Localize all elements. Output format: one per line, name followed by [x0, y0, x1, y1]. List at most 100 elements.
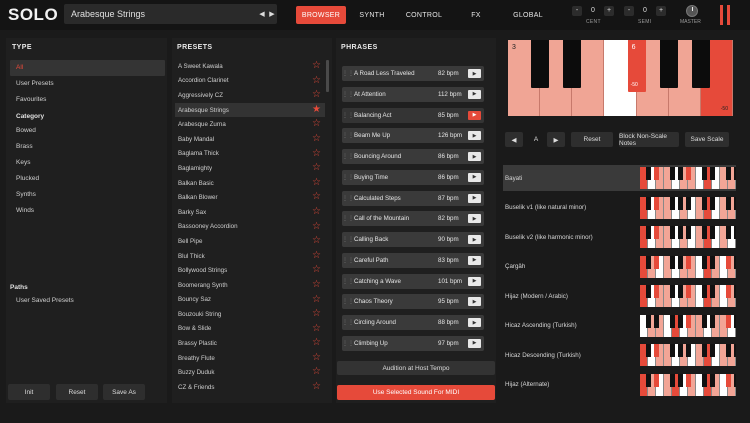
play-icon[interactable]: ▶: [468, 89, 481, 99]
preset-item[interactable]: Balkan Basic ☆: [175, 176, 325, 191]
star-icon[interactable]: ☆: [312, 381, 321, 393]
preset-item[interactable]: Baglamighty ☆: [175, 161, 325, 176]
phrase-item[interactable]: ⋮⋮ Calling Back 90 bpm ▶: [342, 232, 484, 247]
type-item-all[interactable]: All: [10, 60, 165, 76]
preset-item[interactable]: CZ & Friends ☆: [175, 380, 325, 395]
star-icon[interactable]: ☆: [312, 148, 321, 160]
init-button[interactable]: Init: [8, 384, 50, 400]
preset-item[interactable]: A Sweet Kawala ☆: [175, 59, 325, 74]
play-icon[interactable]: ▶: [468, 214, 481, 224]
play-icon[interactable]: ▶: [468, 110, 481, 120]
tab-global[interactable]: GLOBAL: [508, 6, 548, 24]
preset-item[interactable]: Bouncy Saz ☆: [175, 293, 325, 308]
reset-button[interactable]: Reset: [56, 384, 98, 400]
star-icon[interactable]: ☆: [312, 133, 321, 145]
tab-fx[interactable]: FX: [462, 6, 490, 24]
preset-item[interactable]: Bouzouki String ☆: [175, 307, 325, 322]
phrase-item[interactable]: ⋮⋮ Circling Around 88 bpm ▶: [342, 315, 484, 330]
star-icon[interactable]: ☆: [312, 206, 321, 218]
drag-handle-icon[interactable]: ⋮⋮: [342, 153, 354, 160]
preset-item[interactable]: Blul Thick ☆: [175, 249, 325, 264]
scale-item[interactable]: Çargâh: [503, 254, 736, 280]
tab-synth[interactable]: SYNTH: [352, 6, 392, 24]
save-as-button[interactable]: Save As: [103, 384, 145, 400]
black-key[interactable]: [563, 40, 582, 88]
preset-item[interactable]: Baby Mandal ☆: [175, 132, 325, 147]
drag-handle-icon[interactable]: ⋮⋮: [342, 70, 354, 77]
play-icon[interactable]: ▶: [468, 255, 481, 265]
semi-value[interactable]: 0: [636, 7, 654, 14]
phrase-item[interactable]: ⋮⋮ Chaos Theory 95 bpm ▶: [342, 294, 484, 310]
drag-handle-icon[interactable]: ⋮⋮: [342, 278, 354, 285]
phrase-item[interactable]: ⋮⋮ Bouncing Around 86 bpm ▶: [342, 149, 484, 164]
star-icon[interactable]: ☆: [312, 323, 321, 335]
star-icon[interactable]: ★: [312, 104, 321, 116]
play-icon[interactable]: ▶: [468, 338, 481, 348]
phrase-item[interactable]: ⋮⋮ Climbing Up 97 bpm ▶: [342, 335, 484, 351]
star-icon[interactable]: ☆: [312, 162, 321, 174]
use-sound-for-midi-button[interactable]: Use Selected Sound For MIDI: [337, 385, 495, 400]
preset-item[interactable]: Arabesque Zurna ☆: [175, 117, 325, 132]
preset-item[interactable]: Aggressively CZ ☆: [175, 88, 325, 103]
star-icon[interactable]: ☆: [312, 337, 321, 349]
play-icon[interactable]: ▶: [468, 235, 481, 244]
preset-scrollbar[interactable]: [326, 60, 329, 92]
phrase-item[interactable]: ⋮⋮ Balancing Act 85 bpm ▶: [342, 107, 484, 123]
phrase-item[interactable]: ⋮⋮ A Road Less Traveled 82 bpm ▶: [342, 66, 484, 81]
preset-selector[interactable]: Arabesque Strings ◀ ▶: [64, 4, 277, 24]
triangle-right-icon[interactable]: ▶: [547, 132, 565, 147]
phrase-item[interactable]: ⋮⋮ At Attention 112 bpm ▶: [342, 86, 484, 102]
scale-item[interactable]: Hijaz (Modern / Arabic): [503, 283, 736, 309]
category-item-bowed[interactable]: Bowed: [10, 123, 165, 139]
cent-value[interactable]: 0: [584, 7, 602, 14]
star-icon[interactable]: ☆: [312, 366, 321, 378]
black-key[interactable]: [691, 40, 710, 88]
drag-handle-icon[interactable]: ⋮⋮: [342, 298, 354, 305]
scale-item[interactable]: Buselik v2 (like harmonic minor): [503, 224, 736, 250]
semi-minus-button[interactable]: -: [624, 5, 634, 16]
current-preset-name[interactable]: Arabesque Strings: [64, 9, 257, 19]
star-icon[interactable]: ☆: [312, 75, 321, 87]
preset-item[interactable]: Bassooney Accordion ☆: [175, 220, 325, 235]
phrase-item[interactable]: ⋮⋮ Careful Path 83 bpm ▶: [342, 252, 484, 268]
drag-handle-icon[interactable]: ⋮⋮: [342, 112, 354, 119]
play-icon[interactable]: ▶: [468, 69, 481, 78]
scale-item[interactable]: Hicaz Descending (Turkish): [503, 342, 736, 368]
preset-item[interactable]: Bell Pipe ☆: [175, 234, 325, 249]
preset-item[interactable]: Barky Sax ☆: [175, 205, 325, 220]
type-item-favourites[interactable]: Favourites: [10, 92, 165, 108]
preset-item[interactable]: Buzzy Duduk ☆: [175, 365, 325, 380]
star-icon[interactable]: ☆: [312, 279, 321, 291]
tab-browser[interactable]: BROWSER: [296, 6, 346, 24]
category-item-plucked[interactable]: Plucked: [10, 171, 165, 187]
triangle-left-icon[interactable]: ◀: [505, 132, 523, 147]
drag-handle-icon[interactable]: ⋮⋮: [342, 319, 354, 326]
cent-minus-button[interactable]: -: [572, 5, 582, 16]
semi-plus-button[interactable]: +: [656, 5, 666, 16]
star-icon[interactable]: ☆: [312, 294, 321, 306]
category-item-brass[interactable]: Brass: [10, 139, 165, 155]
cent-plus-button[interactable]: +: [604, 5, 614, 16]
preset-item[interactable]: Arabesque Strings ★: [175, 102, 325, 118]
star-icon[interactable]: ☆: [312, 89, 321, 101]
type-item-user-presets[interactable]: User Presets: [10, 76, 165, 92]
phrase-item[interactable]: ⋮⋮ Calculated Steps 87 bpm ▶: [342, 190, 484, 206]
tab-control[interactable]: CONTROL: [402, 6, 446, 24]
scale-item[interactable]: Hicaz Ascending (Turkish): [503, 313, 736, 339]
star-icon[interactable]: ☆: [312, 60, 321, 72]
preset-item[interactable]: Bow & Slide ☆: [175, 322, 325, 337]
phrase-item[interactable]: ⋮⋮ Beam Me Up 126 bpm ▶: [342, 128, 484, 144]
play-icon[interactable]: ▶: [468, 276, 481, 286]
play-icon[interactable]: ▶: [468, 297, 481, 307]
scale-item[interactable]: Buselik v1 (like natural minor): [503, 195, 736, 221]
star-icon[interactable]: ☆: [312, 191, 321, 203]
drag-handle-icon[interactable]: ⋮⋮: [342, 215, 354, 222]
black-key[interactable]: 6 -50: [627, 40, 646, 92]
preset-item[interactable]: Boomerang Synth ☆: [175, 278, 325, 293]
star-icon[interactable]: ☆: [312, 264, 321, 276]
drag-handle-icon[interactable]: ⋮⋮: [342, 236, 354, 243]
drag-handle-icon[interactable]: ⋮⋮: [342, 174, 354, 181]
preset-item[interactable]: Breathy Flute ☆: [175, 351, 325, 366]
play-icon[interactable]: ▶: [468, 172, 481, 182]
drag-handle-icon[interactable]: ⋮⋮: [342, 132, 354, 139]
